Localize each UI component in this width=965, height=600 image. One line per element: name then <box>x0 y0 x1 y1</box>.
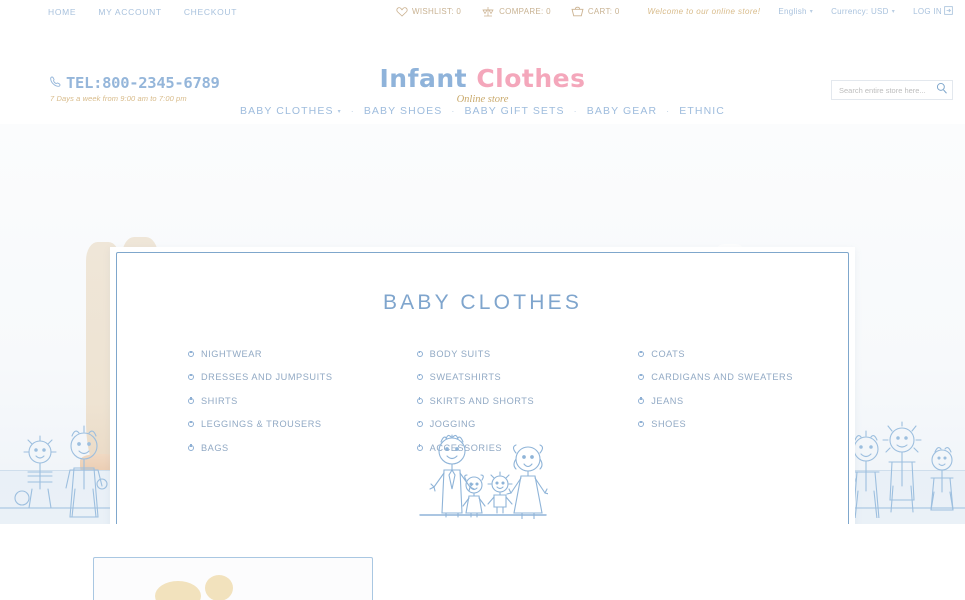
chevron-down-icon: ▾ <box>809 9 814 15</box>
menu-item-label: JOGGING <box>429 419 476 430</box>
search-input[interactable] <box>839 85 936 95</box>
menu-item-label: JEANS <box>651 395 684 406</box>
menu-item-leggings-and-trousers[interactable]: LEGGINGS & TROUSERS <box>188 419 374 429</box>
bullet-icon <box>188 373 194 381</box>
welcome-message: Welcome to our online store! <box>647 7 761 16</box>
menu-item-skirts-and-shorts[interactable]: SKIRTS AND SHORTS <box>416 395 592 406</box>
site-header: TEL:800-2345-6789 7 Days a week from 9:0… <box>0 26 965 105</box>
top-link-home[interactable]: HOME <box>48 7 76 17</box>
language-label: English <box>778 7 807 16</box>
bullet-icon <box>638 373 645 381</box>
hero-slider: BABY CLOTHES NIGHTWEAR DRESSES AND JUMPS… <box>0 124 965 524</box>
login-arrow-icon <box>944 6 953 17</box>
menu-item-label: DRESSES AND JUMPSUITS <box>201 372 333 383</box>
cart-label: CART: 0 <box>587 7 620 16</box>
bullet-icon <box>416 420 423 428</box>
menu-item-label: SKIRTS AND SHORTS <box>429 395 535 406</box>
menu-item-label: LEGGINGS & TROUSERS <box>201 419 322 430</box>
top-bar-counters: WISHLIST: 0 COMPARE: 0 CART: 0 <box>396 6 620 17</box>
menu-item-label: SHIRTS <box>201 395 238 406</box>
currency-selector[interactable]: Currency: USD ▾ <box>831 7 895 16</box>
menu-item-shoes[interactable]: SHOES <box>638 419 809 429</box>
nav-separator: · <box>451 106 456 116</box>
menu-item-body-suits[interactable]: BODY SUITS <box>416 349 592 359</box>
logo-tagline: Online store <box>456 94 509 105</box>
nav-item-baby-gift-sets[interactable]: BABY GIFT SETS <box>464 105 564 117</box>
bullet-icon <box>638 350 645 357</box>
top-bar-right: Welcome to our online store! English ▾ C… <box>648 6 953 17</box>
login-button[interactable]: LOG IN <box>913 6 953 17</box>
nav-item-baby-shoes[interactable]: BABY SHOES <box>364 105 443 117</box>
logo-part-one: Infant <box>379 64 468 93</box>
bullet-icon <box>188 420 194 428</box>
nav-separator: · <box>573 106 578 116</box>
menu-item-label: NIGHTWEAR <box>201 349 263 359</box>
menu-item-label: SHOES <box>651 419 687 430</box>
bullet-icon <box>188 350 194 357</box>
products-section <box>0 524 965 600</box>
chevron-down-icon: ▾ <box>337 108 342 115</box>
menu-item-dresses-and-jumpsuits[interactable]: DRESSES AND JUMPSUITS <box>188 372 374 382</box>
logo[interactable]: Infant Clothes Online store <box>0 64 965 105</box>
compare-link[interactable]: COMPARE: 0 <box>481 6 551 17</box>
mega-menu-baby-clothes: BABY CLOTHES NIGHTWEAR DRESSES AND JUMPS… <box>110 247 855 524</box>
menu-item-coats[interactable]: COATS <box>638 349 809 359</box>
menu-item-jogging[interactable]: JOGGING <box>416 419 592 430</box>
nav-item-ethnic[interactable]: ETHNIC <box>679 105 725 117</box>
mega-menu-family-illustration <box>110 433 855 524</box>
top-bar: HOME MY ACCOUNT CHECKOUT WISHLIST: 0 COM… <box>0 0 965 26</box>
cart-link[interactable]: CART: 0 <box>571 6 620 17</box>
menu-item-label: CARDIGANS AND SWEATERS <box>651 372 793 383</box>
top-link-checkout[interactable]: CHECKOUT <box>184 7 237 17</box>
bullet-icon <box>416 350 423 357</box>
menu-item-shirts[interactable]: SHIRTS <box>188 396 374 406</box>
language-selector[interactable]: English ▾ <box>778 7 813 16</box>
menu-item-sweatshirts[interactable]: SWEATSHIRTS <box>416 372 592 383</box>
nav-separator: · <box>350 106 355 116</box>
menu-item-label: COATS <box>651 349 685 359</box>
product-card[interactable] <box>93 557 373 600</box>
heart-icon <box>396 6 408 17</box>
search-icon[interactable] <box>936 81 948 99</box>
menu-item-label: SWEATSHIRTS <box>429 372 502 383</box>
logo-part-two: Clothes <box>476 64 586 93</box>
bullet-icon <box>416 397 423 404</box>
bullet-icon <box>638 397 645 404</box>
menu-item-jeans[interactable]: JEANS <box>638 396 809 406</box>
wishlist-label: WISHLIST: 0 <box>412 7 462 16</box>
bullet-icon <box>416 373 423 381</box>
bullet-icon <box>638 420 645 428</box>
nav-item-baby-gear[interactable]: BABY GEAR <box>587 105 657 117</box>
scales-icon <box>481 6 495 17</box>
nav-label: BABY CLOTHES <box>240 105 334 117</box>
currency-label: Currency: USD <box>831 7 889 16</box>
mega-menu-title: BABY CLOTHES <box>382 291 583 314</box>
cart-icon <box>571 6 584 17</box>
top-link-my-account[interactable]: MY ACCOUNT <box>98 7 162 17</box>
nav-item-baby-clothes[interactable]: BABY CLOTHES ▾ <box>240 105 342 117</box>
compare-label: COMPARE: 0 <box>499 7 551 16</box>
search-box[interactable] <box>831 80 953 100</box>
wishlist-link[interactable]: WISHLIST: 0 <box>396 6 461 17</box>
login-label: LOG IN <box>913 7 942 16</box>
product-image-shape <box>205 575 233 600</box>
product-card-border <box>93 557 373 600</box>
chevron-down-icon: ▾ <box>891 9 896 15</box>
menu-item-cardigans-and-sweaters[interactable]: CARDIGANS AND SWEATERS <box>638 372 809 382</box>
bullet-icon <box>188 397 194 404</box>
menu-item-label: BODY SUITS <box>429 349 491 359</box>
nav-separator: · <box>666 106 671 116</box>
top-bar-links: HOME MY ACCOUNT CHECKOUT <box>48 7 237 17</box>
menu-item-nightwear[interactable]: NIGHTWEAR <box>188 349 374 359</box>
